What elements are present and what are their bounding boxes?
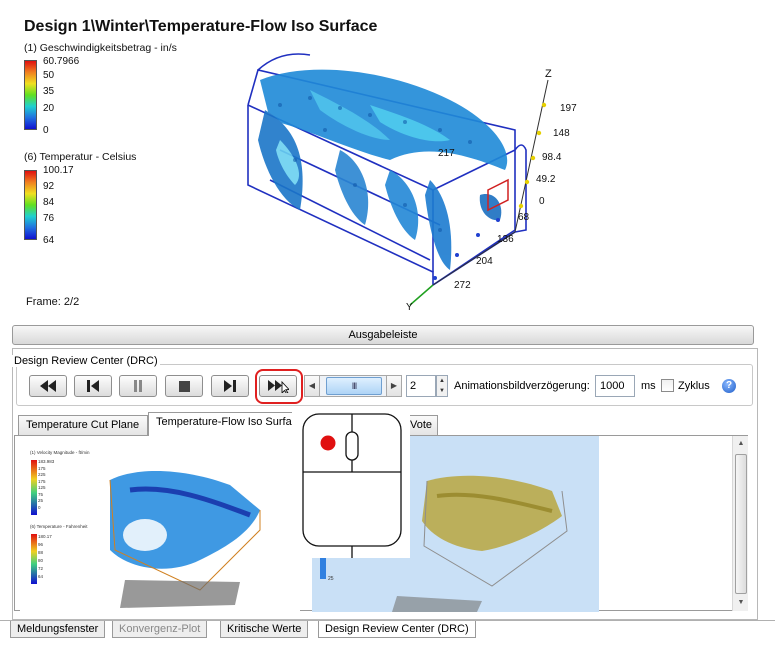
output-bar-toggle[interactable]: Ausgabeleiste xyxy=(12,325,754,345)
tab-meldungsfenster[interactable]: Meldungsfenster xyxy=(10,621,106,638)
pause-button[interactable] xyxy=(119,375,157,397)
legend-temperature-value: 64 xyxy=(43,235,55,246)
viewport-title: Design 1\Winter\Temperature-Flow Iso Sur… xyxy=(24,18,378,35)
tab-temperature-flow-iso-surface[interactable]: Temperature-Flow Iso Surface xyxy=(148,412,298,436)
skip-back-button[interactable] xyxy=(29,375,67,397)
frame-slider-thumb[interactable]: III xyxy=(326,377,382,395)
legend-velocity-value: 60.7966 xyxy=(43,56,80,67)
delay-label: Animationsbildverzögerung: xyxy=(454,380,590,392)
zyklus-checkbox[interactable] xyxy=(661,379,674,392)
y-tick-label: 68 xyxy=(518,212,530,223)
y-tick-label: 204 xyxy=(476,256,493,267)
legend-velocity-value: 35 xyxy=(43,86,55,97)
z-tick-label: 148 xyxy=(553,128,570,139)
thumb-legend-temperature-title: (6) Temperature - Fahrenheit xyxy=(30,524,88,529)
legend-temperature-value: 100.17 xyxy=(43,165,74,176)
skip-back-icon xyxy=(40,380,56,392)
scroll-thumb[interactable] xyxy=(735,454,747,594)
frame-step-input[interactable]: 2 xyxy=(406,375,436,397)
thumb-right-legend-value: 25 xyxy=(328,576,334,582)
thumb-legend-velocity-title: (1) Velocity Magnitude - ft/min xyxy=(30,450,90,455)
legend-velocity-title: (1) Geschwindigkeitsbetrag - in/s xyxy=(24,42,177,54)
frame-counter: Frame: 2/2 xyxy=(26,296,80,308)
tab-kritische-werte[interactable]: Kritische Werte xyxy=(220,621,309,638)
scroll-up-icon[interactable]: ▲ xyxy=(733,436,749,452)
z-tick-label: 98.4 xyxy=(542,152,562,163)
axis-z-label: Z xyxy=(545,68,552,80)
mouse-click-illustration xyxy=(292,410,410,558)
stop-button[interactable] xyxy=(165,375,203,397)
mouse-icon xyxy=(302,413,402,558)
thumbnail-cut-plane[interactable]: (1) Velocity Magnitude - ft/min 183.983 1… xyxy=(20,440,300,612)
content-vertical-scrollbar[interactable]: ▲ ▼ xyxy=(732,436,748,611)
slider-left-arrow-icon[interactable]: ◀ xyxy=(304,375,320,397)
stop-icon xyxy=(178,380,190,392)
zyklus-label[interactable]: Zyklus xyxy=(678,380,710,392)
legend-temperature-title: (6) Temperatur - Celsius xyxy=(24,151,137,163)
legend-velocity-value: 0 xyxy=(43,125,49,136)
tab-temperature-cut-plane[interactable]: Temperature Cut Plane xyxy=(18,415,148,435)
axis-y-label: Y xyxy=(406,302,413,313)
step-back-button[interactable] xyxy=(74,375,112,397)
legend-temperature-value: 92 xyxy=(43,181,55,192)
legend-temperature-value: 76 xyxy=(43,213,55,224)
z-tick-label: 197 xyxy=(560,103,577,114)
z-tick-label: 0 xyxy=(539,196,545,207)
spinner-up-icon[interactable]: ▲ xyxy=(437,376,447,386)
legend-velocity-value: 50 xyxy=(43,70,55,81)
iso-surface-scene xyxy=(247,53,549,306)
pause-icon xyxy=(134,380,142,392)
3d-viewport[interactable]: Design 1\Winter\Temperature-Flow Iso Sur… xyxy=(10,10,759,320)
scroll-down-icon[interactable]: ▼ xyxy=(733,595,749,611)
tab-design-review-center[interactable]: Design Review Center (DRC) xyxy=(318,621,476,638)
y-tick-label: 272 xyxy=(454,280,471,291)
x-tick-label: 217 xyxy=(438,148,455,159)
thumb-legend-velocity-values: 183.983 175 225 175 125 75 25 0 xyxy=(38,459,55,510)
step-back-icon xyxy=(87,380,99,392)
delay-unit-label: ms xyxy=(641,380,656,392)
legend-velocity-colorbar xyxy=(24,60,37,130)
legend-velocity-value: 20 xyxy=(43,103,55,114)
highlight-ring xyxy=(255,369,303,404)
legend-temperature-value: 84 xyxy=(43,197,55,208)
step-forward-icon xyxy=(224,380,236,392)
legend-temperature-colorbar xyxy=(24,170,37,240)
step-forward-button[interactable] xyxy=(211,375,249,397)
frame-step-spinner[interactable]: ▲ ▼ xyxy=(436,375,448,397)
help-icon[interactable]: ? xyxy=(722,379,736,393)
delay-input[interactable]: 1000 xyxy=(595,375,635,397)
y-tick-label: 136 xyxy=(497,234,514,245)
spinner-down-icon[interactable]: ▼ xyxy=(437,386,447,396)
thumb-legend-temperature-values: 180.17 96 88 80 72 64 xyxy=(38,534,52,579)
tab-konvergenz-plot[interactable]: Konvergenz-Plot xyxy=(112,621,208,638)
slider-right-arrow-icon[interactable]: ▶ xyxy=(386,375,402,397)
z-tick-label: 49.2 xyxy=(536,174,556,185)
drc-group-label: Design Review Center (DRC) xyxy=(12,355,160,367)
